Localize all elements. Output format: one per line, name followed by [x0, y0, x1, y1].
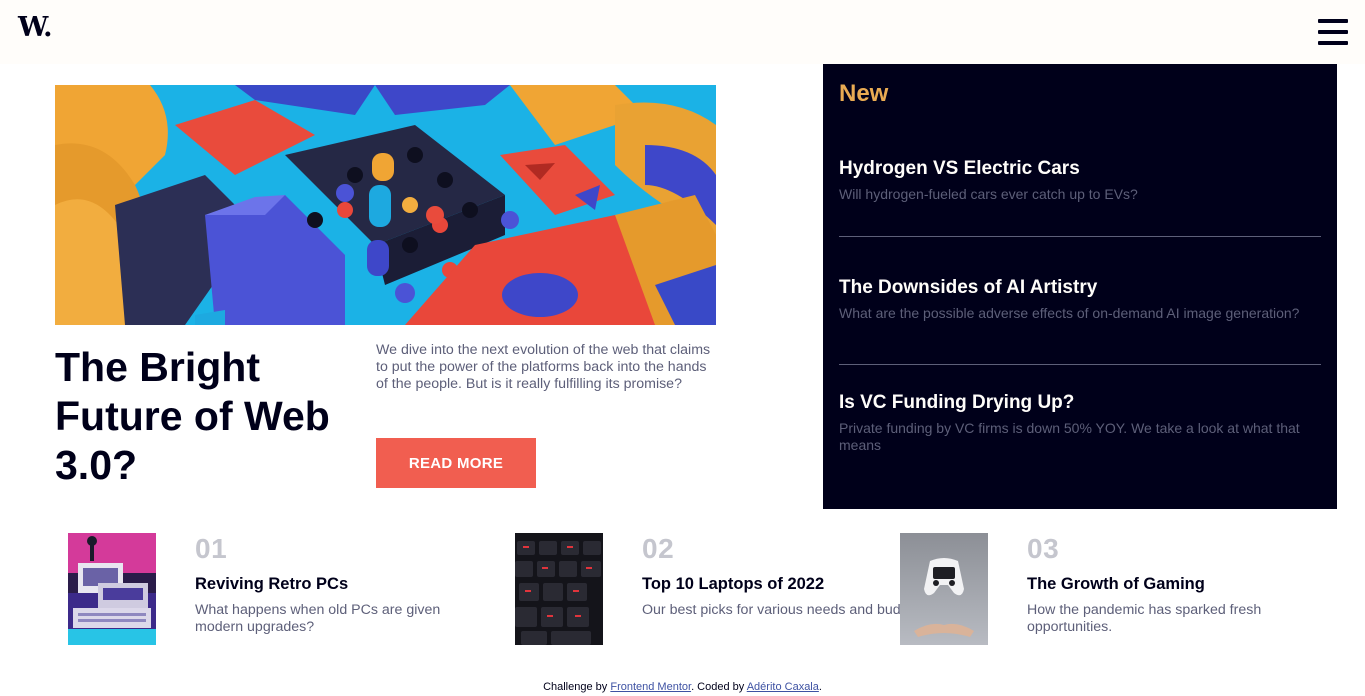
- menu-line: [1318, 19, 1348, 23]
- abstract-3d-blocks-image: [55, 85, 716, 325]
- article-thumbnail: [68, 533, 156, 645]
- divider: [839, 236, 1321, 237]
- menu-line: [1318, 30, 1348, 34]
- frontend-mentor-link[interactable]: Frontend Mentor: [610, 681, 691, 693]
- bottom-article-item: 01 Reviving Retro PCs What happens when …: [68, 533, 468, 645]
- article-title[interactable]: Reviving Retro PCs: [195, 575, 348, 594]
- new-articles-panel: New Hydrogen VS Electric Cars Will hydro…: [823, 64, 1337, 509]
- hero-description: We dive into the next evolution of the w…: [376, 342, 711, 392]
- new-article-item[interactable]: The Downsides of AI Artistry What are th…: [839, 276, 1321, 322]
- footer-text: .: [818, 681, 822, 693]
- hero-image: [55, 85, 716, 325]
- article-thumbnail: [900, 533, 988, 645]
- new-article-title[interactable]: The Downsides of AI Artistry: [839, 276, 1321, 300]
- new-article-item[interactable]: Is VC Funding Drying Up? Private funding…: [839, 391, 1321, 454]
- new-article-title[interactable]: Hydrogen VS Electric Cars: [839, 157, 1321, 181]
- hero-title: The Bright Future of Web 3.0?: [55, 344, 330, 488]
- article-description: How the pandemic has sparked fresh oppor…: [1027, 602, 1262, 635]
- top-navigation-bar: W.: [0, 0, 1365, 64]
- article-title[interactable]: Top 10 Laptops of 2022: [642, 575, 824, 594]
- author-link[interactable]: Adérito Caxala: [747, 681, 819, 693]
- article-number: 01: [195, 533, 228, 564]
- new-article-title[interactable]: Is VC Funding Drying Up?: [839, 391, 1321, 415]
- site-logo[interactable]: W.: [18, 12, 53, 43]
- article-title[interactable]: The Growth of Gaming: [1027, 575, 1205, 594]
- article-number: 02: [642, 533, 675, 564]
- hamburger-menu-icon[interactable]: [1318, 19, 1348, 45]
- new-article-description: Will hydrogen-fueled cars ever catch up …: [839, 186, 1138, 202]
- attribution-footer: Challenge by Frontend Mentor. Coded by A…: [0, 681, 1365, 693]
- retro-pc-image: [68, 533, 156, 645]
- laptop-keyboard-image: [515, 533, 603, 645]
- bottom-article-item: 02 Top 10 Laptops of 2022 Our best picks…: [515, 533, 931, 645]
- article-description: Our best picks for various needs and bud…: [642, 602, 932, 618]
- divider: [839, 364, 1321, 365]
- new-article-description: What are the possible adverse effects of…: [839, 305, 1300, 321]
- new-panel-heading: New: [839, 80, 889, 107]
- game-controller-image: [900, 533, 988, 645]
- footer-text: Challenge by: [543, 681, 611, 693]
- article-description: What happens when old PCs are given mode…: [195, 602, 441, 635]
- footer-text: . Coded by: [691, 681, 747, 693]
- new-article-item[interactable]: Hydrogen VS Electric Cars Will hydrogen-…: [839, 157, 1321, 203]
- article-number: 03: [1027, 533, 1060, 564]
- menu-line: [1318, 41, 1348, 45]
- new-article-description: Private funding by VC firms is down 50% …: [839, 420, 1300, 453]
- article-thumbnail: [515, 533, 603, 645]
- bottom-article-item: 03 The Growth of Gaming How the pandemic…: [900, 533, 1320, 645]
- read-more-button[interactable]: READ MORE: [376, 438, 536, 488]
